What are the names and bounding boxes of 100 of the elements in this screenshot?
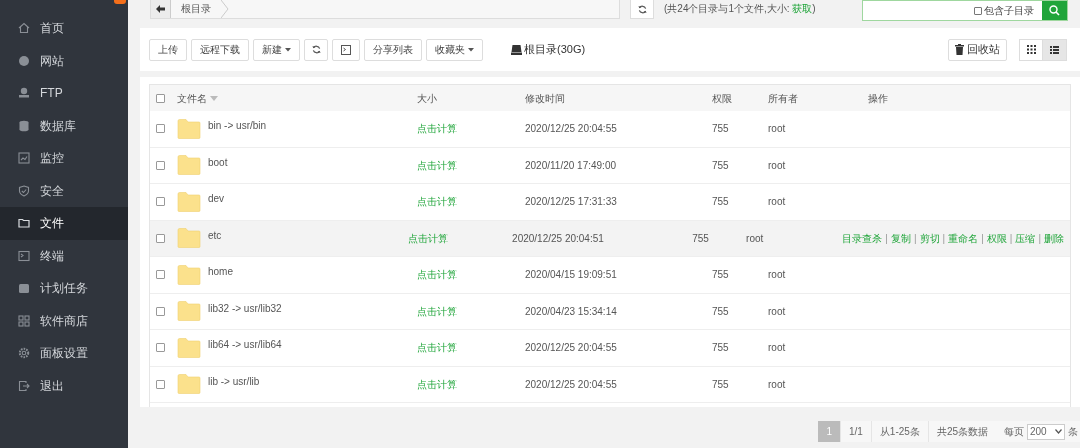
sidebar-item[interactable]: 安全 (0, 174, 128, 207)
modified-time: 2020/12/25 20:04:51 (512, 232, 604, 244)
chevron-icon (221, 0, 229, 18)
sidebar-item[interactable]: 文件 (0, 207, 128, 240)
folder-icon (177, 155, 201, 176)
file-name-link[interactable]: home (208, 264, 233, 280)
file-name-link[interactable]: lib32 -> usr/lib32 (208, 300, 282, 316)
row-checkbox[interactable] (156, 343, 165, 353)
sidebar-item[interactable]: 首页 (0, 12, 128, 45)
column-header: 修改时间 (525, 91, 565, 106)
house-icon (18, 22, 30, 35)
row-checkbox[interactable] (156, 197, 165, 207)
refresh-icon (637, 4, 647, 14)
unit-label: 条 (1068, 425, 1079, 439)
monitor-icon (18, 152, 30, 165)
gear-icon (18, 347, 30, 360)
dropdown-button[interactable]: 新建 (253, 38, 300, 61)
shield-icon (18, 184, 30, 197)
owner-text: root (768, 196, 786, 208)
permission-text: 755 (692, 232, 709, 244)
file-name-link[interactable]: dev (208, 191, 225, 207)
sort-icon[interactable] (210, 95, 218, 101)
caret-icon (285, 47, 291, 52)
sidebar-item[interactable]: 网站 (0, 44, 128, 77)
sidebar-item[interactable]: 数据库 (0, 109, 128, 142)
column-header: 所有者 (768, 91, 798, 106)
search-button[interactable] (1042, 1, 1067, 20)
modified-time: 2020/12/25 20:04:55 (525, 123, 617, 135)
sidebar-item[interactable]: 退出 (0, 369, 128, 402)
grid-view-button[interactable] (1019, 38, 1043, 61)
search-icon (1049, 5, 1060, 16)
refresh-button[interactable] (304, 38, 328, 61)
grid-icon (1026, 45, 1036, 54)
folder-icon (177, 228, 201, 249)
toolbar-button[interactable]: 远程下载 (191, 38, 249, 61)
folder-icon (18, 217, 30, 230)
terminal-icon (18, 249, 30, 262)
breadcrumb-link[interactable]: 根目录 (171, 0, 221, 18)
folder-icon (177, 301, 201, 322)
row-checkbox[interactable] (156, 160, 165, 170)
per-page-select[interactable]: 200 (1027, 423, 1065, 440)
select-all-checkbox[interactable] (156, 93, 165, 103)
file-name-link[interactable]: bin -> usr/bin (208, 118, 267, 134)
folder-icon (177, 264, 201, 285)
dropdown-button[interactable]: 收藏夹 (426, 38, 483, 61)
file-name-link[interactable]: lib64 -> usr/lib64 (208, 337, 282, 353)
column-header[interactable]: 文件名 (177, 90, 207, 106)
permission-text: 755 (712, 159, 729, 171)
modified-time: 2020/04/15 19:09:51 (525, 269, 617, 281)
sidebar-item[interactable]: 面板设置 (0, 337, 128, 370)
back-button[interactable] (151, 0, 171, 18)
permission-text: 755 (712, 378, 729, 390)
toolbar-button[interactable]: 分享列表 (364, 38, 422, 61)
apps-icon (18, 314, 30, 327)
separator: | (1009, 231, 1013, 246)
owner-text: root (746, 232, 764, 244)
page-count: 1/1 (839, 421, 871, 442)
modified-time: 2020/12/25 17:31:33 (525, 196, 617, 208)
toolbar-button[interactable]: 上传 (149, 38, 187, 61)
include-subdirs-checkbox[interactable]: 包含子目录 (974, 1, 1042, 20)
search-field[interactable]: 包含子目录 (862, 0, 1068, 21)
row-checkbox[interactable] (156, 306, 165, 316)
sidebar-item[interactable]: 监控 (0, 142, 128, 175)
row-checkbox[interactable] (156, 270, 165, 280)
modified-time: 2020/04/23 15:34:14 (525, 305, 617, 317)
range-text: 从1-25条 (870, 421, 928, 442)
folder-icon (177, 191, 201, 212)
disk-label: 根目录(30G) (524, 42, 586, 58)
owner-text: root (768, 269, 786, 281)
sidebar-item[interactable]: FTP (0, 77, 128, 110)
sidebar-item[interactable]: 软件商店 (0, 304, 128, 337)
file-name-link[interactable]: etc (208, 227, 222, 243)
modified-time: 2020/12/25 20:04:55 (525, 342, 617, 354)
permission-text: 755 (712, 342, 729, 354)
row-checkbox[interactable] (156, 124, 165, 134)
owner-text: root (768, 342, 786, 354)
file-name-link[interactable]: lib -> usr/lib (208, 373, 260, 389)
chevron-icon (1055, 429, 1062, 434)
total-text: 共25条数据 (927, 421, 996, 442)
separator: | (885, 231, 888, 246)
owner-text: root (768, 378, 786, 390)
separator: | (942, 231, 946, 246)
sidebar-item[interactable]: 计划任务 (0, 272, 128, 305)
file-name-link[interactable]: boot (208, 154, 228, 170)
sidebar-item[interactable]: 终端 (0, 239, 128, 272)
recycle-bin-button[interactable]: 回收站 (948, 38, 1007, 61)
list-view-button[interactable] (1043, 38, 1067, 61)
owner-text: root (768, 305, 786, 317)
row-checkbox[interactable] (156, 379, 165, 389)
terminal-button[interactable] (332, 38, 360, 61)
per-page-label: 每页 (1004, 425, 1024, 439)
folder-icon (177, 374, 201, 395)
logout-icon (18, 379, 30, 392)
row-checkbox[interactable] (156, 233, 165, 243)
directory-summary: (共24个目录与1个文件,大小: 获取) (664, 2, 816, 16)
column-header: 权限 (712, 91, 732, 106)
table-row[interactable]: etc 点击计算 2020/12/25 20:04:51 755 root 目录查杀 | 复制 | 剪切 | 重命名 | 权限 | 压缩 | 删除 (150, 220, 1070, 257)
refresh-button[interactable] (630, 0, 654, 19)
permission-text: 755 (712, 305, 729, 317)
column-header: 大小 (417, 91, 437, 106)
